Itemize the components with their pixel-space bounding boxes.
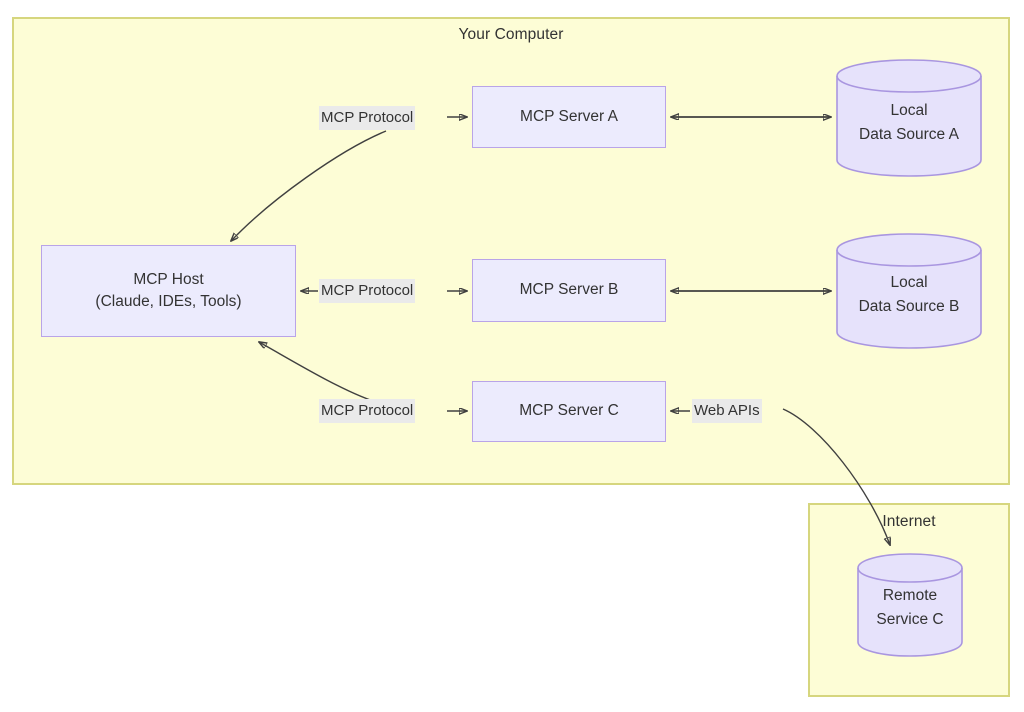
- datastore-remote-c-line2: Service C: [876, 611, 944, 629]
- datastore-local-a-line1: Local: [890, 102, 928, 119]
- datastore-local-b-line2: Data Source B: [858, 298, 960, 316]
- edge-label-mcp-protocol-a: MCP Protocol: [319, 106, 416, 130]
- node-mcp-server-c[interactable]: MCP Server C: [472, 381, 666, 442]
- datastore-local-b-line1: Local: [890, 274, 928, 291]
- node-mcp-server-a[interactable]: MCP Server A: [472, 86, 666, 148]
- mcp-architecture-diagram: Your Computer Internet MCP Host (Claude,…: [0, 0, 1024, 712]
- node-mcp-server-c-label: MCP Server C: [519, 402, 619, 420]
- datastore-remote-c-line1: Remote: [882, 587, 938, 604]
- edge-label-mcp-protocol-c: MCP Protocol: [319, 399, 416, 423]
- group-your-computer-label: Your Computer: [458, 26, 564, 43]
- datastore-local-a-line2: Data Source A: [859, 126, 959, 144]
- node-mcp-server-b-label: MCP Server B: [519, 281, 619, 299]
- datastore-local-data-source-a[interactable]: Local Data Source A: [836, 59, 982, 177]
- edge-label-mcp-protocol-b: MCP Protocol: [319, 279, 416, 303]
- datastore-local-b-label: Local Data Source B: [836, 271, 982, 319]
- datastore-local-data-source-b[interactable]: Local Data Source B: [836, 233, 982, 349]
- node-mcp-host[interactable]: MCP Host (Claude, IDEs, Tools): [41, 245, 296, 337]
- node-mcp-server-b[interactable]: MCP Server B: [472, 259, 666, 322]
- node-mcp-host-line1: MCP Host: [133, 270, 204, 288]
- node-mcp-host-line2: (Claude, IDEs, Tools): [95, 293, 242, 310]
- datastore-remote-service-c[interactable]: Remote Service C: [857, 553, 963, 657]
- datastore-local-a-label: Local Data Source A: [836, 99, 982, 147]
- node-mcp-server-a-label: MCP Server A: [520, 107, 618, 125]
- group-internet-label: Internet: [882, 513, 936, 530]
- edge-label-web-apis: Web APIs: [692, 399, 762, 423]
- datastore-remote-c-label: Remote Service C: [857, 584, 963, 632]
